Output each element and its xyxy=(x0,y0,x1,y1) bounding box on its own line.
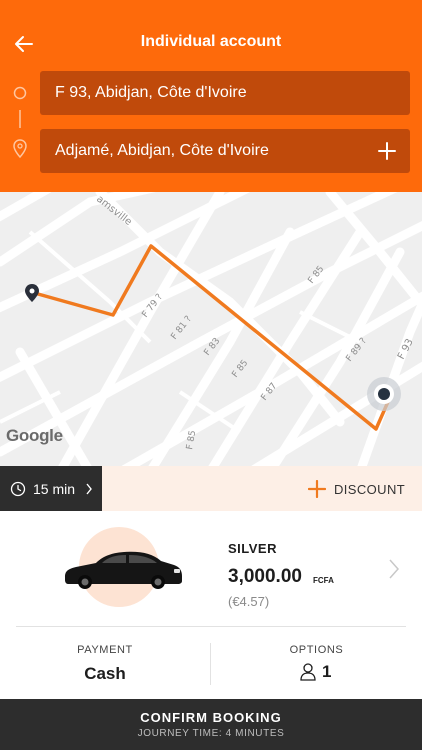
google-logo: Google xyxy=(6,426,63,445)
svg-text:F 85: F 85 xyxy=(185,430,198,451)
current-location-icon xyxy=(367,377,401,411)
svg-text:F 81 ?: F 81 ? xyxy=(169,314,194,342)
options-button[interactable]: 1 xyxy=(300,661,331,683)
journey-time: JOURNEY TIME: 4 MINUTES xyxy=(137,728,285,739)
discount-button[interactable]: DISCOUNT xyxy=(102,466,422,511)
svg-text:F 85: F 85 xyxy=(230,358,250,380)
pickup-field[interactable]: F 93, Abidjan, Côte d'Ivoire xyxy=(40,71,410,115)
origin-circle-icon xyxy=(13,86,27,100)
eta-button[interactable]: 15 min xyxy=(0,466,102,511)
plus-icon xyxy=(308,480,326,498)
svg-text:F 93: F 93 xyxy=(396,337,416,361)
page-title: Individual account xyxy=(140,33,282,50)
passenger-count: 1 xyxy=(322,662,332,681)
destination-address: Adjamé, Abidjan, Côte d'Ivoire xyxy=(55,142,269,159)
route-map[interactable]: amsville F 79 ? F 81 ? F 83 F 85 F 85 F … xyxy=(0,192,422,466)
payment-label: PAYMENT xyxy=(77,644,133,656)
route-indicator xyxy=(13,86,27,159)
discount-label: DISCOUNT xyxy=(334,482,406,497)
chevron-right-icon xyxy=(86,483,92,495)
eta-label: 15 min xyxy=(33,481,76,497)
plus-icon[interactable] xyxy=(376,140,398,162)
confirm-booking-button[interactable]: CONFIRM BOOKING JOURNEY TIME: 4 MINUTES xyxy=(0,699,422,750)
divider xyxy=(16,626,406,627)
person-icon xyxy=(300,663,316,681)
options-label: OPTIONS xyxy=(289,644,344,656)
vehicle-tier: SILVER xyxy=(228,541,277,556)
payment-method[interactable]: Cash xyxy=(0,664,210,684)
clock-icon xyxy=(10,481,26,497)
header: Individual account F 93, Abidjan, Côte d… xyxy=(0,0,422,192)
car-icon xyxy=(65,551,182,589)
chevron-right-icon[interactable] xyxy=(388,558,400,580)
confirm-label: CONFIRM BOOKING xyxy=(140,710,282,725)
fare-currency: FCFA xyxy=(313,576,334,585)
destination-field[interactable]: Adjamé, Abidjan, Côte d'Ivoire xyxy=(40,129,410,173)
fare-converted: (€4.57) xyxy=(228,594,270,609)
pickup-address: F 93, Abidjan, Côte d'Ivoire xyxy=(55,84,247,101)
map-canvas: amsville F 79 ? F 81 ? F 83 F 85 F 85 F … xyxy=(0,192,422,466)
fare-price: 3,000.00 xyxy=(228,566,302,587)
